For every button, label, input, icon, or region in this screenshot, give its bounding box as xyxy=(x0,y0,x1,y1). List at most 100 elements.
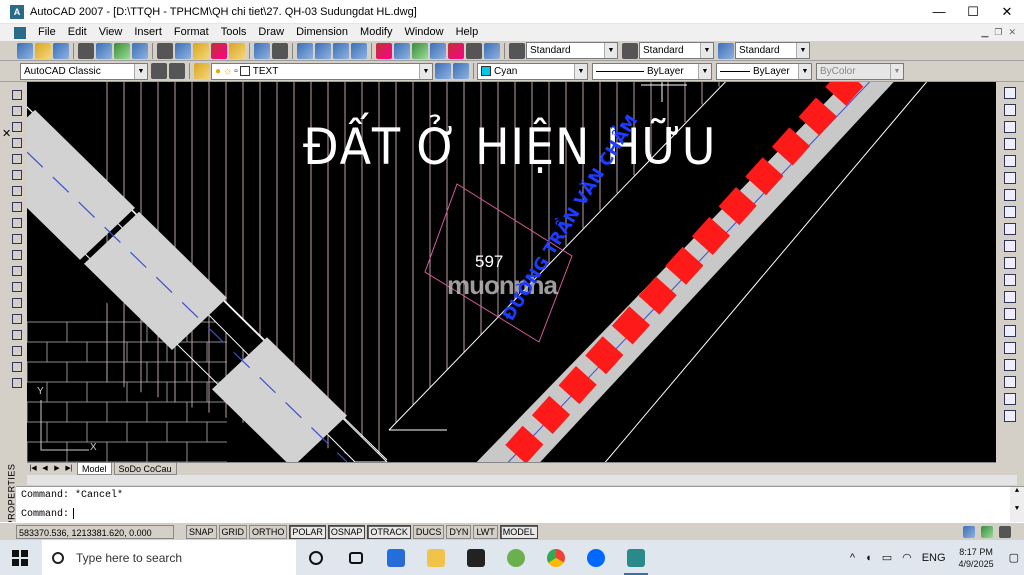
hatch-icon[interactable] xyxy=(12,314,22,324)
draworder-front-icon[interactable] xyxy=(1004,393,1016,405)
maximize-button[interactable]: ☐ xyxy=(956,0,990,24)
autocad-app-icon[interactable]: A xyxy=(10,4,24,19)
wifi-icon[interactable]: ◠ xyxy=(902,551,912,564)
polar-toggle[interactable]: POLAR xyxy=(289,524,326,539)
first-layout-icon[interactable]: |◀ xyxy=(28,464,38,474)
autocad-taskbar-icon[interactable] xyxy=(616,540,656,575)
ellipse-icon[interactable] xyxy=(12,234,22,244)
cut-icon[interactable] xyxy=(157,42,173,59)
construction-line-icon[interactable] xyxy=(12,106,22,116)
ortho-toggle[interactable]: ORTHO xyxy=(249,524,288,539)
table-icon[interactable] xyxy=(12,362,22,372)
communication-center-icon[interactable] xyxy=(963,525,975,538)
close-button[interactable]: ✕ xyxy=(990,0,1024,24)
chevron-down-icon[interactable]: ▼ xyxy=(604,43,617,58)
new-icon[interactable] xyxy=(17,42,33,59)
scroll-down-icon[interactable]: ▼ xyxy=(1010,505,1024,513)
tray-chevron-icon[interactable]: ^ xyxy=(850,552,855,564)
dyn-toggle[interactable]: DYN xyxy=(446,524,472,539)
speaker-icon[interactable]: ◖ xyxy=(865,552,872,564)
undo-icon[interactable] xyxy=(254,42,270,59)
open-icon[interactable] xyxy=(35,42,51,59)
dim-style-select[interactable]: Standard ▼ xyxy=(639,42,714,59)
text-style-select[interactable]: Standard ▼ xyxy=(526,42,618,59)
array-icon[interactable] xyxy=(1004,155,1016,167)
doc-restore-icon[interactable]: ❐ xyxy=(994,27,1002,38)
design-center-icon[interactable] xyxy=(394,42,410,59)
zoom-previous-icon[interactable] xyxy=(351,42,367,59)
quickcalc-icon[interactable] xyxy=(466,42,482,59)
task-view-icon[interactable] xyxy=(336,540,376,575)
ducs-toggle[interactable]: DUCS xyxy=(412,524,445,539)
color-select[interactable]: Cyan ▼ xyxy=(477,62,588,80)
offset-icon[interactable] xyxy=(1004,138,1016,150)
command-prompt[interactable]: Command: xyxy=(21,508,75,520)
properties-icon[interactable] xyxy=(376,42,392,59)
next-layout-icon[interactable]: ▶ xyxy=(52,464,62,474)
otrack-toggle[interactable]: OTRACK xyxy=(367,524,411,539)
point-icon[interactable] xyxy=(12,298,22,308)
sheet-set-icon[interactable] xyxy=(430,42,446,59)
rectangle-icon[interactable] xyxy=(12,154,22,164)
grid-toggle[interactable]: GRID xyxy=(218,524,248,539)
command-scrollbar[interactable]: ▲ ▼ xyxy=(1010,487,1024,523)
layer-select[interactable]: ● ☼ ▫ TEXT ▼ xyxy=(211,62,433,80)
tab-model[interactable]: Model xyxy=(77,463,112,475)
pan-icon[interactable] xyxy=(297,42,313,59)
copy-icon[interactable] xyxy=(175,42,191,59)
publish-icon[interactable] xyxy=(114,42,130,59)
polygon-icon[interactable] xyxy=(12,138,22,148)
ellipse-arc-icon[interactable] xyxy=(12,250,22,260)
plot-preview-icon[interactable] xyxy=(96,42,112,59)
line-icon[interactable] xyxy=(12,90,22,100)
command-window[interactable]: Command: *Cancel* Command: ▲ ▼ xyxy=(16,486,1024,523)
drawing-canvas[interactable]: ĐẤT Ở HIỆN HỮU 597 muonnha ĐƯỜNG TRẦN VĂ… xyxy=(27,82,996,462)
mirror-icon[interactable] xyxy=(1004,121,1016,133)
osnap-toggle[interactable]: OSNAP xyxy=(327,524,366,539)
markup-icon[interactable] xyxy=(448,42,464,59)
draworder-back-icon[interactable] xyxy=(1004,410,1016,422)
fillet-icon[interactable] xyxy=(1004,342,1016,354)
arc-icon[interactable] xyxy=(12,170,22,180)
snap-toggle[interactable]: SNAP xyxy=(186,524,217,539)
horizontal-scrollbar[interactable] xyxy=(27,475,1017,485)
last-layout-icon[interactable]: ▶| xyxy=(64,464,74,474)
linetype-select[interactable]: ByLayer ▼ xyxy=(592,62,712,80)
chevron-down-icon[interactable]: ▼ xyxy=(574,63,587,79)
lwt-toggle[interactable]: LWT xyxy=(473,524,498,539)
document-icon[interactable] xyxy=(14,26,26,39)
green-app-icon[interactable] xyxy=(496,540,536,575)
chrome-icon[interactable] xyxy=(536,540,576,575)
circle-icon[interactable] xyxy=(12,186,22,196)
menu-help[interactable]: Help xyxy=(450,24,485,41)
spline-icon[interactable] xyxy=(12,218,22,228)
table-style-select[interactable]: Standard ▼ xyxy=(735,42,810,59)
menu-modify[interactable]: Modify xyxy=(354,24,398,41)
workspace-select[interactable]: AutoCAD Classic ▼ xyxy=(20,62,148,80)
menu-view[interactable]: View xyxy=(93,24,129,41)
coordinate-readout[interactable]: 583370.536, 1213381.620, 0.000 xyxy=(16,524,174,539)
notifications-icon[interactable]: ▢ xyxy=(1009,551,1019,564)
menu-window[interactable]: Window xyxy=(398,24,449,41)
chevron-down-icon[interactable]: ▼ xyxy=(419,63,432,79)
menu-draw[interactable]: Draw xyxy=(252,24,290,41)
prev-layout-icon[interactable]: ◀ xyxy=(40,464,50,474)
menu-edit[interactable]: Edit xyxy=(62,24,93,41)
doc-close-icon[interactable]: ✕ xyxy=(1008,27,1016,38)
menu-file[interactable]: File xyxy=(32,24,62,41)
zoom-realtime-icon[interactable] xyxy=(315,42,331,59)
rotate-icon[interactable] xyxy=(1004,189,1016,201)
zalo-icon[interactable] xyxy=(576,540,616,575)
language-indicator[interactable]: ENG xyxy=(922,552,946,564)
cortana-icon[interactable] xyxy=(296,540,336,575)
menu-tools[interactable]: Tools xyxy=(215,24,253,41)
gradient-icon[interactable] xyxy=(12,330,22,340)
chevron-down-icon[interactable]: ▼ xyxy=(700,43,713,58)
taskbar-search-input[interactable]: Type here to search xyxy=(42,540,296,575)
lock-toolbar-icon[interactable] xyxy=(981,525,993,538)
tool-palettes-icon[interactable] xyxy=(412,42,428,59)
doc-minimize-icon[interactable]: ▁ xyxy=(981,27,988,38)
workspace-settings-icon[interactable] xyxy=(151,63,167,79)
lineweight-select[interactable]: ByLayer ▼ xyxy=(716,62,812,80)
tab-sodo-cocau[interactable]: SoDo CoCau xyxy=(113,463,177,475)
